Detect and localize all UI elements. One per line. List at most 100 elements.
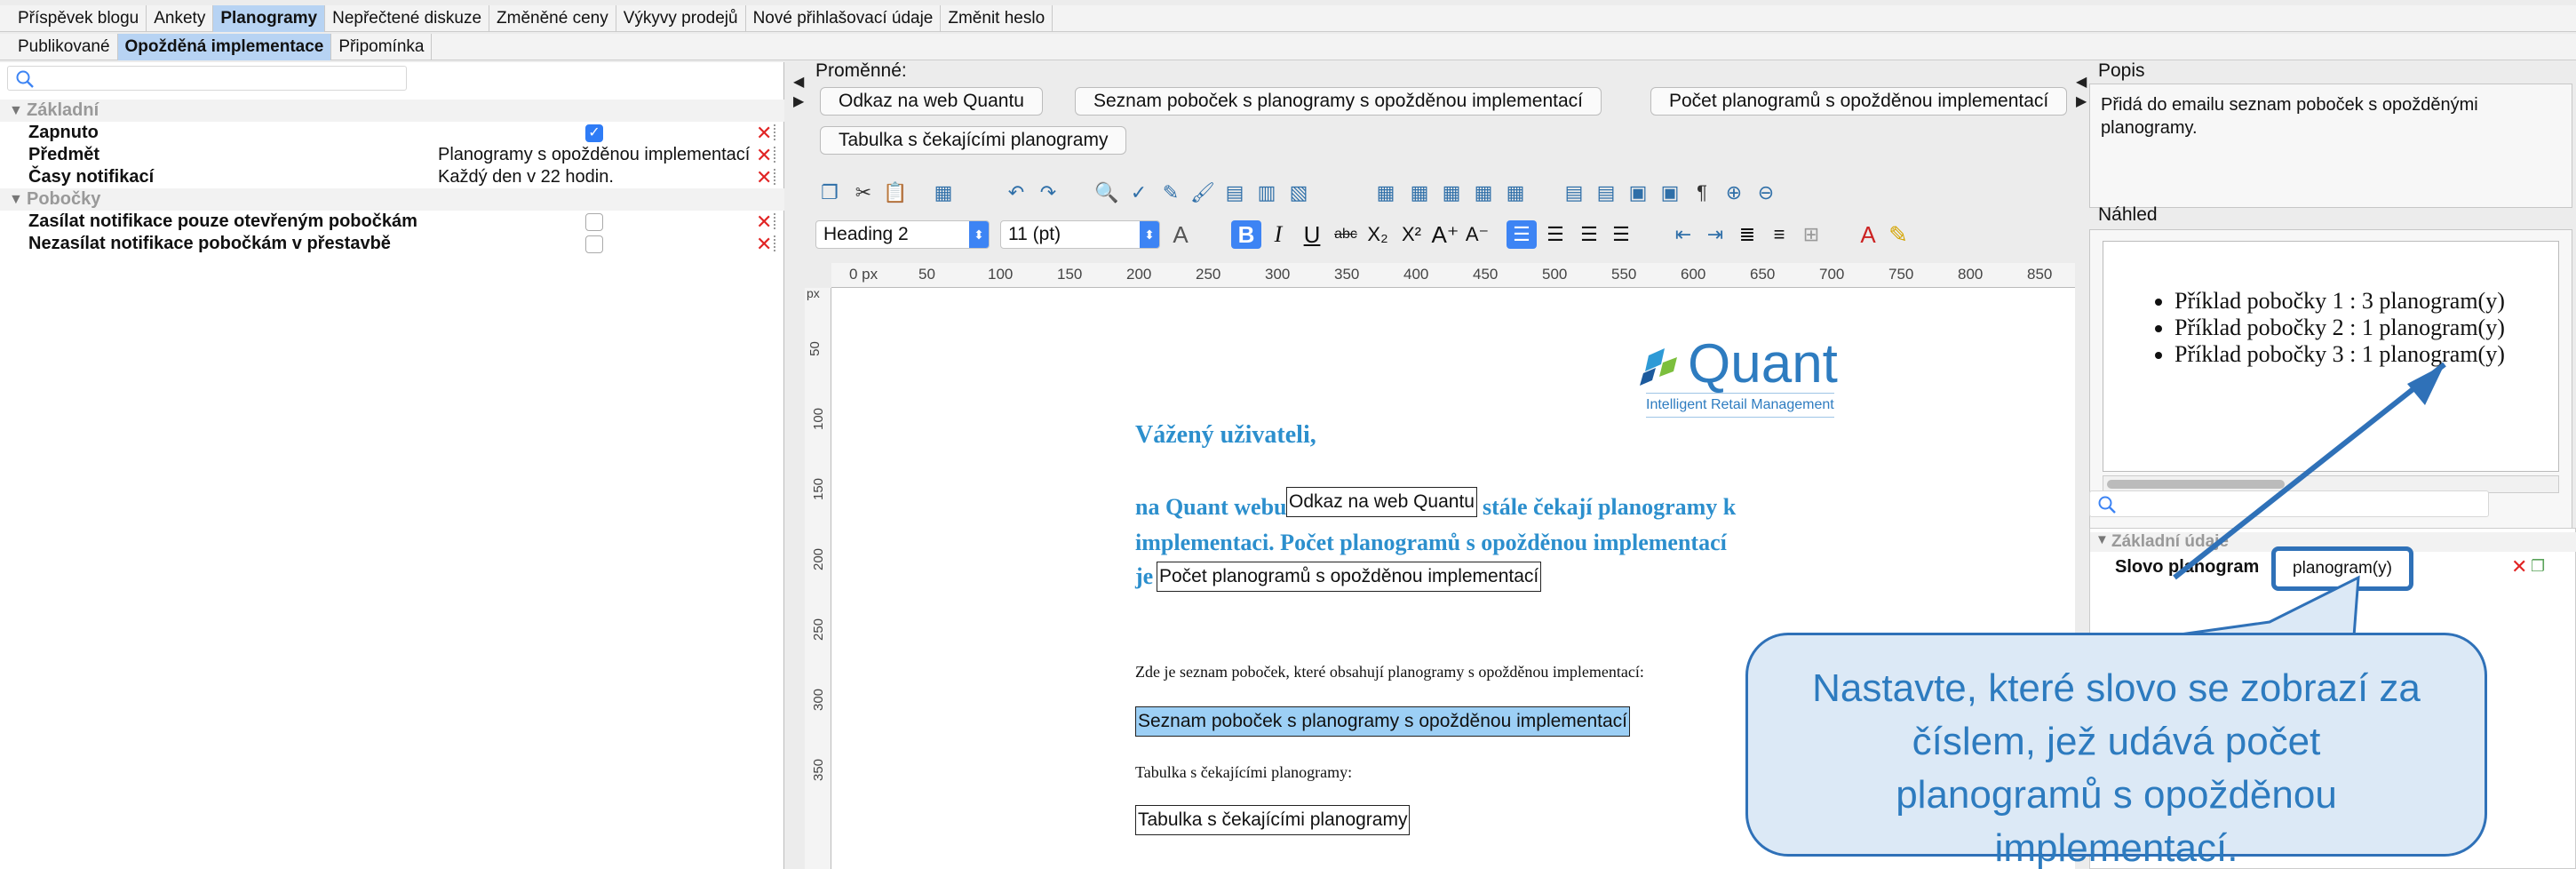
borders-icon[interactable]: ⊞ — [1796, 220, 1826, 249]
quant-link-variable[interactable]: Odkaz na web Quantu — [1286, 487, 1477, 517]
align-center-icon[interactable]: ☰ — [1540, 220, 1570, 249]
paragraph-style-select[interactable]: Heading 2 ⬍ — [815, 220, 990, 249]
numbered-list-icon[interactable]: ≣ — [1732, 220, 1762, 249]
open-only-checkbox[interactable] — [585, 212, 603, 231]
drag-handle-icon[interactable] — [774, 147, 779, 163]
section-branches-label: Pobočky — [27, 189, 101, 209]
insert-column-icon[interactable]: ▦ — [1373, 180, 1398, 205]
pending-table-variable[interactable]: Tabulka s čekajícími planogramy — [1135, 805, 1411, 835]
planogram-count-variable[interactable]: Počet planogramů s opožděnou implementac… — [1157, 562, 1542, 592]
drag-handle-icon[interactable] — [774, 213, 779, 229]
outdent-icon[interactable]: ⇤ — [1668, 220, 1698, 249]
drag-handle-icon[interactable] — [774, 235, 779, 251]
bullet-list-icon[interactable]: ≡ — [1764, 220, 1794, 249]
variables-title: Proměnné: — [815, 60, 907, 81]
align-left-icon[interactable]: ☰ — [1507, 220, 1537, 249]
details-search-input[interactable] — [2089, 490, 2489, 517]
variable-planogram-count-button[interactable]: Počet planogramů s opožděnou implementac… — [1650, 87, 2068, 116]
paste-icon[interactable]: 📋 — [883, 180, 908, 205]
align-right-icon[interactable]: ☰ — [1574, 220, 1604, 249]
remove-icon[interactable]: ✕ — [756, 166, 772, 189]
indent-icon[interactable]: ⇥ — [1700, 220, 1730, 249]
tab-change-password[interactable]: Změnit heslo — [941, 4, 1053, 32]
undo-icon[interactable]: ↶ — [1004, 180, 1029, 205]
section-basic[interactable]: ▼ Základní — [0, 100, 784, 122]
font-icon[interactable]: A — [1165, 220, 1196, 249]
subscript-icon[interactable]: X₂ — [1363, 220, 1393, 249]
align-justify-icon[interactable]: ☰ — [1606, 220, 1636, 249]
pilcrow-icon[interactable]: ¶ — [1690, 180, 1714, 205]
image-edit-icon[interactable]: ▣ — [1658, 180, 1682, 205]
cell-props-icon[interactable]: ▤ — [1594, 180, 1618, 205]
table-color-icon[interactable]: ▧ — [1286, 180, 1311, 205]
format-brush-icon[interactable]: 🖌 — [1190, 180, 1215, 205]
variable-branch-list-button[interactable]: Seznam poboček s planogramy s opožděnou … — [1075, 87, 1602, 116]
ruler-tick: 350 — [1334, 266, 1360, 283]
delete-row-icon[interactable]: ▦ — [1439, 180, 1464, 205]
section-branches[interactable]: ▼ Pobočky — [0, 188, 784, 211]
branch-list-variable[interactable]: Seznam poboček s planogramy s opožděnou … — [1135, 706, 1630, 737]
tab-new-credentials[interactable]: Nové přihlašovací údaje — [746, 4, 942, 32]
highlight-icon[interactable]: ✎ — [1883, 220, 1913, 249]
subtab-reminder[interactable]: Připomínka — [331, 33, 433, 60]
greeting-heading: Vážený uživateli, — [1135, 421, 1316, 449]
copy-icon[interactable]: ❐ — [2531, 557, 2545, 576]
expand-right-arrow-icon[interactable]: ▶ — [793, 92, 804, 110]
times-field[interactable]: Každý den v 22 hodin. — [438, 167, 614, 187]
collapse-left-arrow-icon[interactable]: ◀ — [2076, 73, 2087, 91]
text-color-icon[interactable]: A — [1853, 220, 1883, 249]
superscript-icon[interactable]: X² — [1396, 220, 1427, 249]
table-row-icon[interactable]: ▥ — [1254, 180, 1279, 205]
table-grid-icon[interactable]: ▤ — [1222, 180, 1247, 205]
subject-field[interactable]: Planogramy s opožděnou implementací — [438, 145, 750, 165]
image-icon[interactable]: ▣ — [1626, 180, 1650, 205]
properties-search-input[interactable] — [7, 66, 407, 91]
remove-icon[interactable]: ✕ — [756, 144, 772, 167]
find-icon[interactable]: 🔍 — [1094, 180, 1119, 205]
cut-icon[interactable]: ✂ — [851, 180, 876, 205]
tab-sales-fluctuations[interactable]: Výkyvy prodejů — [616, 4, 746, 32]
tab-unread-discussions[interactable]: Nepřečtené diskuze — [325, 4, 490, 32]
variable-quant-link-button[interactable]: Odkaz na web Quantu — [820, 87, 1043, 116]
spellcheck-icon[interactable]: ✓ — [1126, 180, 1151, 205]
delete-column-icon[interactable]: ▦ — [1471, 180, 1496, 205]
tab-planograms[interactable]: Planogramy — [213, 4, 326, 32]
font-size-select[interactable]: 11 (pt) ⬍ — [1000, 220, 1160, 249]
scrollbar-thumb[interactable] — [2107, 480, 2285, 489]
subtab-published[interactable]: Publikované — [11, 33, 118, 60]
tab-blog-post[interactable]: Příspěvek blogu — [11, 4, 147, 32]
insert-row-icon[interactable]: ▦ — [1407, 180, 1432, 205]
no-remodel-checkbox[interactable] — [585, 235, 603, 253]
italic-icon[interactable]: I — [1263, 220, 1293, 249]
remove-icon[interactable]: ✕ — [2511, 555, 2527, 578]
drag-handle-icon[interactable] — [774, 169, 779, 185]
merge-cells-icon[interactable]: ▦ — [1503, 180, 1528, 205]
drag-handle-icon[interactable] — [774, 124, 779, 140]
edit-link-icon[interactable]: ✎ — [1158, 180, 1183, 205]
subtab-delayed-implementation[interactable]: Opožděná implementace — [117, 33, 332, 60]
redo-icon[interactable]: ↷ — [1036, 180, 1061, 205]
zoom-out-icon[interactable]: ⊖ — [1753, 180, 1778, 205]
grow-font-icon[interactable]: A⁺ — [1430, 220, 1460, 249]
remove-icon[interactable]: ✕ — [756, 211, 772, 234]
enabled-label: Zapnuto — [28, 123, 99, 142]
zoom-in-icon[interactable]: ⊕ — [1721, 180, 1746, 205]
underline-icon[interactable]: U — [1297, 220, 1327, 249]
shrink-font-icon[interactable]: A⁻ — [1462, 220, 1492, 249]
collapse-left-arrow-icon[interactable]: ◀ — [793, 73, 804, 91]
expand-right-arrow-icon[interactable]: ▶ — [2076, 92, 2087, 110]
ruler-tick: 800 — [1958, 266, 1984, 283]
copy-format-icon[interactable]: ❐ — [817, 180, 842, 205]
insert-table-icon[interactable]: ▦ — [931, 180, 956, 205]
tab-polls[interactable]: Ankety — [147, 4, 214, 32]
tab-changed-prices[interactable]: Změněné ceny — [489, 4, 616, 32]
planogram-word-input[interactable]: planogram(y) — [2271, 546, 2413, 591]
strikethrough-icon[interactable]: abc — [1331, 220, 1361, 249]
remove-icon[interactable]: ✕ — [756, 122, 772, 145]
enabled-checkbox[interactable]: ✓ — [585, 124, 603, 142]
split-cells-icon[interactable]: ▤ — [1562, 180, 1586, 205]
bold-icon[interactable]: B — [1231, 220, 1261, 249]
remove-icon[interactable]: ✕ — [756, 233, 772, 256]
quant-logo-tagline: Intelligent Retail Management — [1646, 393, 1834, 418]
variable-pending-table-button[interactable]: Tabulka s čekajícími planogramy — [820, 126, 1127, 155]
